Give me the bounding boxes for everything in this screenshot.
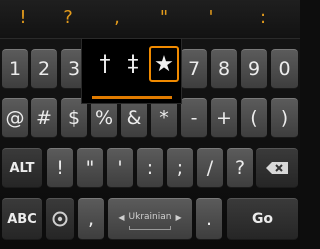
- soft-keyboard: ! ? , " ' : 1 2 3 4 5 6 7 8 9 0 @ # $ % …: [0, 0, 300, 249]
- settings-key[interactable]: [46, 198, 74, 240]
- key-ampersand[interactable]: &: [121, 98, 147, 138]
- key-slash[interactable]: /: [197, 148, 223, 188]
- popup-key-dagger[interactable]: †: [90, 46, 120, 82]
- alt-key-label: ALT: [9, 160, 35, 176]
- key-minus[interactable]: -: [181, 98, 207, 138]
- key-9[interactable]: 9: [241, 49, 267, 89]
- key-plus[interactable]: +: [211, 98, 237, 138]
- key-period[interactable]: .: [196, 198, 222, 240]
- key-7[interactable]: 7: [181, 49, 207, 89]
- key-1[interactable]: 1: [2, 49, 28, 89]
- key-percent[interactable]: %: [91, 98, 117, 138]
- backspace-icon: [266, 162, 288, 174]
- popup-selection-bar: [92, 96, 172, 99]
- abc-key[interactable]: ABC: [2, 198, 42, 240]
- key-8[interactable]: 8: [211, 49, 237, 89]
- suggestion-item[interactable]: :: [248, 8, 278, 28]
- settings-icon: [52, 211, 68, 227]
- alt-key[interactable]: ALT: [2, 148, 42, 188]
- key-exclamation[interactable]: !: [47, 148, 73, 188]
- popup-key-double-dagger[interactable]: ‡: [118, 46, 148, 82]
- key-at[interactable]: @: [2, 98, 28, 138]
- go-key-label: Go: [251, 211, 274, 227]
- space-key[interactable]: ◀ Ukrainian ▶: [108, 198, 192, 240]
- suggestion-item[interactable]: ": [149, 8, 179, 28]
- key-colon[interactable]: :: [137, 148, 163, 188]
- suggestion-item[interactable]: ?: [53, 8, 83, 28]
- key-0[interactable]: 0: [271, 49, 298, 89]
- key-2[interactable]: 2: [31, 49, 57, 89]
- language-switch: ◀ Ukrainian ▶: [118, 212, 181, 222]
- key-question[interactable]: ?: [227, 148, 253, 188]
- language-label: Ukrainian: [128, 212, 172, 222]
- suggestion-item[interactable]: ,: [102, 8, 132, 28]
- popup-mini-keyboard: † ‡ ★: [81, 38, 182, 104]
- abc-key-label: ABC: [7, 211, 37, 227]
- key-close-paren[interactable]: ): [271, 98, 298, 138]
- key-double-quote[interactable]: ": [77, 148, 103, 188]
- key-comma[interactable]: ,: [78, 198, 104, 240]
- key-single-quote[interactable]: ': [107, 148, 133, 188]
- key-open-paren[interactable]: (: [241, 98, 267, 138]
- key-dollar[interactable]: $: [61, 98, 87, 138]
- suggestion-strip: ! ? , " ' :: [0, 0, 300, 39]
- chevron-left-icon: ◀: [118, 212, 125, 222]
- key-asterisk[interactable]: *: [151, 98, 177, 138]
- space-bar-icon: [129, 226, 171, 230]
- popup-key-star[interactable]: ★: [149, 46, 179, 82]
- key-semicolon[interactable]: ;: [167, 148, 193, 188]
- suggestion-item[interactable]: !: [8, 8, 38, 28]
- chevron-right-icon: ▶: [175, 212, 182, 222]
- delete-key[interactable]: [256, 148, 298, 188]
- suggestion-item[interactable]: ': [196, 8, 226, 28]
- key-hash[interactable]: #: [31, 98, 57, 138]
- go-key[interactable]: Go: [227, 198, 298, 240]
